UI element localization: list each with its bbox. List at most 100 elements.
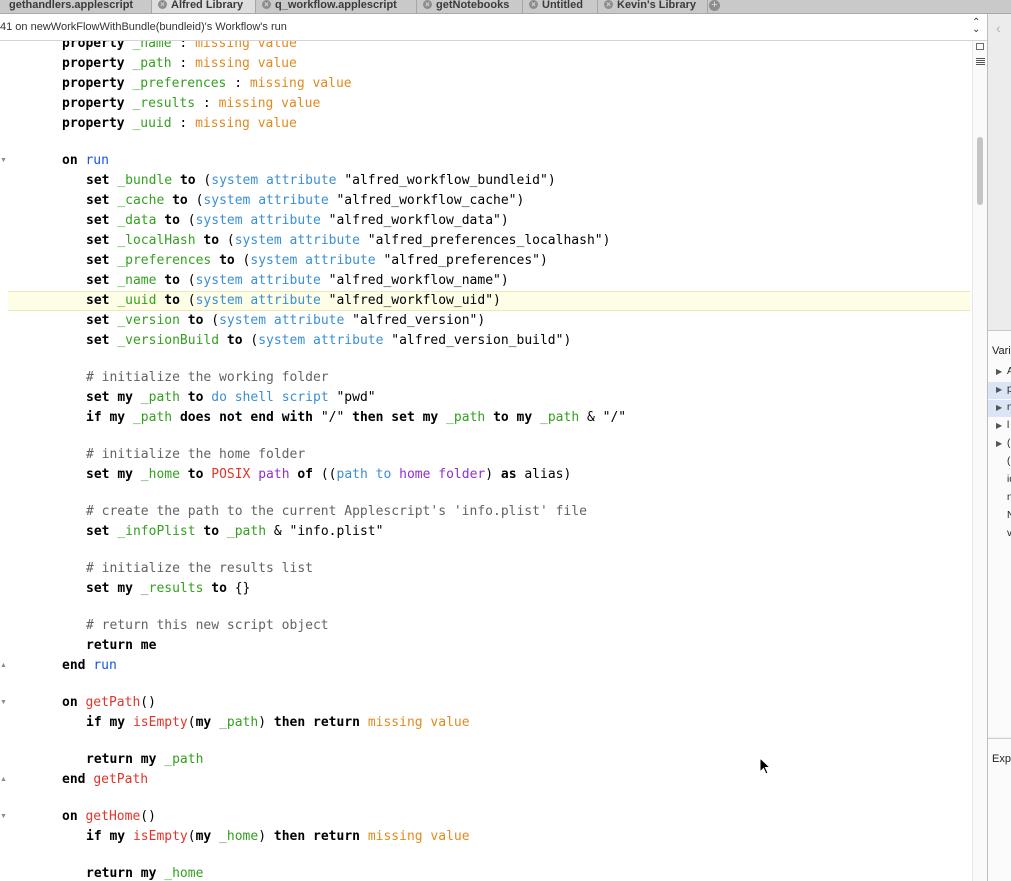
code-text: return me [86,638,157,653]
code-line[interactable]: property _preferences : missing value [0,74,972,94]
variable-row[interactable]: ▶A [988,364,1011,381]
variable-row[interactable]: v [988,526,1011,543]
code-line[interactable]: end run [0,656,972,676]
code-line[interactable]: return me [0,636,972,656]
code-line[interactable]: on run [0,151,972,171]
back-chevron-icon[interactable]: ‹ [996,20,1001,36]
tab-kevin-s-library[interactable]: × Kevin's Library [598,0,708,13]
code-line[interactable]: set my _path to do shell script "pwd" [0,388,972,408]
code-text: set _version to (system attribute "alfre… [86,313,486,328]
fold-toggle-icon[interactable]: ▼ [0,813,7,820]
variable-row[interactable]: ▶p [988,382,1011,399]
tab-q-workflow-applescript[interactable]: × q_workflow.applescript [256,0,417,13]
tab-alfred-library[interactable]: × Alfred Library [152,0,256,13]
variable-row[interactable]: ▶ l [988,418,1011,435]
split-view-icon[interactable] [976,43,984,50]
code-line[interactable]: if my isEmpty(my _home) then return miss… [0,827,972,847]
code-text: return my _path [86,752,204,767]
fold-toggle-icon[interactable]: ▼ [0,699,7,706]
code-line[interactable]: # initialize the home folder [0,445,972,465]
code-line[interactable]: set _bundle to (system attribute "alfred… [0,171,972,191]
variable-row[interactable]: ▶( [988,436,1011,453]
variable-row[interactable]: ▶n [988,400,1011,417]
code-line[interactable]: end getPath [0,770,972,790]
code-line[interactable]: set _localHash to (system attribute "alf… [0,231,972,251]
scrollbar-thumb[interactable] [977,137,983,205]
code-line[interactable]: set _versionBuild to (system attribute "… [0,331,972,351]
code-text: set _name to (system attribute "alfred_w… [86,273,509,288]
code-text: set my _path to do shell script "pwd" [86,390,376,405]
variable-name: n [1007,402,1011,413]
list-view-icon[interactable] [976,58,985,66]
code-line[interactable]: property _results : missing value [0,94,972,114]
function-navigator-label: 41 on newWorkFlowWithBundle(bundleid)'s … [0,21,287,33]
code-line[interactable]: # return this new script object [0,616,972,636]
variable-name: A [1007,366,1011,377]
variable-row[interactable]: ic [988,472,1011,489]
variable-name: l [1007,420,1010,431]
code-line[interactable]: on getHome() [0,807,972,827]
tab-label: q_workflow.applescript [275,0,397,11]
code-line[interactable]: # initialize the results list [0,559,972,579]
code-line[interactable]: set _data to (system attribute "alfred_w… [0,211,972,231]
variable-row[interactable]: n [988,490,1011,507]
variable-name: v [1007,528,1011,539]
code-text: set _uuid to (system attribute "alfred_w… [86,293,501,308]
variable-name: ic [1007,474,1011,485]
code-line[interactable]: set _version to (system attribute "alfre… [0,311,972,331]
code-text: if my isEmpty(my _path) then return miss… [86,715,470,730]
code-line[interactable]: set _name to (system attribute "alfred_w… [0,271,972,291]
code-line[interactable]: if my _path does not end with "/" then s… [0,408,972,428]
variable-row[interactable]: N [988,508,1011,525]
tab-untitled[interactable]: × Untitled [523,0,598,13]
code-text: property _name : missing value [62,41,297,51]
code-text: on getHome() [62,809,156,824]
disclosure-triangle-icon[interactable]: ▶ [996,367,1002,376]
code-text: property _uuid : missing value [62,116,297,131]
variable-row[interactable]: ( [988,454,1011,471]
code-line[interactable]: set _infoPlist to _path & "info.plist" [0,522,972,542]
code-line[interactable]: if my isEmpty(my _path) then return miss… [0,713,972,733]
code-line[interactable]: return my _path [0,750,972,770]
plus-icon: + [711,0,718,11]
current-code-line[interactable]: set _uuid to (system attribute "alfred_w… [8,291,970,311]
up-down-arrows-icon[interactable]: ⌃ ⌄ [972,18,980,35]
fold-toggle-icon[interactable]: ▲ [0,662,7,669]
close-tab-icon[interactable]: × [529,0,538,9]
disclosure-triangle-icon[interactable]: ▶ [996,421,1002,430]
tab-gethandlers-applescript[interactable]: gethandlers.applescript [0,0,152,13]
code-text: property _path : missing value [62,56,297,71]
code-line[interactable]: property _path : missing value [0,54,972,74]
fold-toggle-icon[interactable]: ▼ [0,157,7,164]
code-line[interactable]: set my _home to POSIX path of ((path to … [0,465,972,485]
code-text: # initialize the home folder [86,447,306,462]
script-editor[interactable]: property _name : missing value property _… [0,41,987,881]
fold-toggle-icon[interactable]: ▲ [0,776,7,783]
code-line[interactable]: set _cache to (system attribute "alfred_… [0,191,972,211]
inspector-top: ‹ [988,14,1011,331]
disclosure-triangle-icon[interactable]: ▶ [996,385,1002,394]
disclosure-triangle-icon[interactable]: ▶ [996,439,1002,448]
code-line[interactable]: property _name : missing value [0,41,972,54]
inspector-panel: ‹ Vari ▶A▶p▶n▶l▶((icnNv Exp [987,14,1011,881]
close-tab-icon[interactable]: × [158,0,167,9]
editor-scrollbar[interactable] [972,41,988,881]
code-line[interactable]: property _uuid : missing value [0,114,972,134]
code-line[interactable]: # create the path to the current Applesc… [0,502,972,522]
code-text: if my _path does not end with "/" then s… [86,410,627,425]
tab-bar: gethandlers.applescript × Alfred Library × q… [0,0,1011,14]
disclosure-triangle-icon[interactable]: ▶ [996,403,1002,412]
close-tab-icon[interactable]: × [262,0,271,9]
add-tab-button[interactable]: + [709,0,720,11]
code-text: end run [62,658,117,673]
code-line[interactable]: # initialize the working folder [0,368,972,388]
close-tab-icon[interactable]: × [604,0,613,9]
function-navigator[interactable]: 41 on newWorkFlowWithBundle(bundleid)'s … [0,14,988,41]
code-line[interactable]: on getPath() [0,693,972,713]
code-line[interactable]: set my _results to {} [0,579,972,599]
code-line[interactable]: return my _home [0,864,972,881]
code-text: set my _home to POSIX path of ((path to … [86,467,572,482]
close-tab-icon[interactable]: × [423,0,432,9]
tab-getnotebooks[interactable]: × getNotebooks [417,0,523,13]
code-line[interactable]: set _preferences to (system attribute "a… [0,251,972,271]
